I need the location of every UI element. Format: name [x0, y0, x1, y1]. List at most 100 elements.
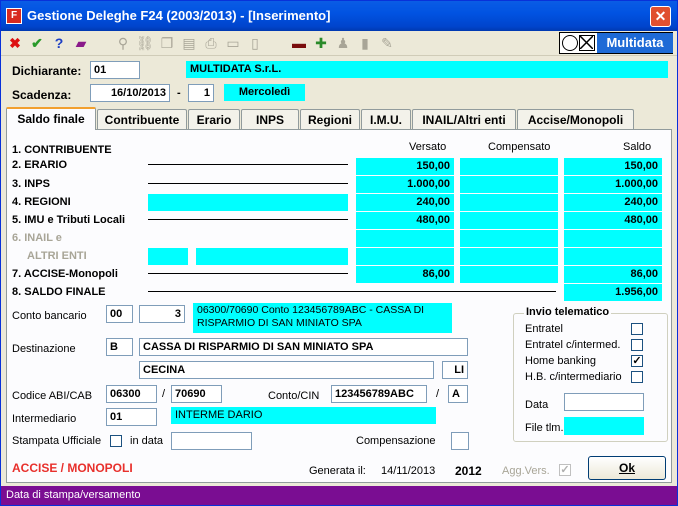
abi-cab-label: Codice ABI/CAB	[12, 390, 93, 402]
scadenza-number-field[interactable]: 1	[188, 84, 214, 102]
saldo-finale-total: 1.956,00	[564, 284, 662, 301]
regioni-compensato	[460, 194, 558, 211]
conto-bancario-label: Conto bancario	[12, 310, 87, 322]
pen-icon[interactable]: ✎	[378, 34, 396, 52]
stampata-ufficiale-checkbox[interactable]	[110, 435, 122, 447]
file-tlm-field	[564, 417, 644, 435]
link-icon[interactable]: ⛓	[136, 34, 154, 52]
tab-erario[interactable]: Erario	[188, 109, 240, 129]
check-icon[interactable]: ✔	[28, 34, 46, 52]
tab-saldo-finale[interactable]: Saldo finale	[6, 107, 96, 130]
tab-imu[interactable]: I.M.U.	[361, 109, 411, 129]
export-icon[interactable]: ▭	[224, 34, 242, 52]
tab-accise-monopoli[interactable]: Accise/Monopoli	[517, 109, 634, 129]
book-icon[interactable]: ▰	[72, 34, 90, 52]
entratel-intermed-checkbox[interactable]	[631, 339, 643, 351]
conto-cin-label: Conto/CIN	[268, 390, 320, 402]
destinazione-province-field[interactable]: LI	[442, 361, 468, 379]
tab-strip: Saldo finale Contribuente Erario INPS Re…	[6, 107, 672, 130]
row-contribuente-label: 1. CONTRIBUENTE	[12, 144, 112, 156]
help-icon[interactable]: ?	[50, 34, 68, 52]
destinazione-city-field[interactable]: CECINA	[139, 361, 434, 379]
inail-saldo	[564, 230, 662, 247]
cab-field[interactable]: 70690	[171, 385, 222, 403]
in-data-field[interactable]	[171, 432, 252, 450]
row-altri-enti-label: ALTRI ENTI	[27, 250, 87, 262]
regioni-versato: 240,00	[356, 194, 454, 211]
row-imu-line	[148, 219, 348, 220]
ok-button[interactable]: Ok	[588, 456, 666, 480]
ok-button-label: Ok	[618, 461, 635, 475]
abi-cab-separator: /	[162, 388, 166, 400]
conto-code-field[interactable]: 00	[106, 305, 133, 323]
user-icon[interactable]: ♟	[334, 34, 352, 52]
paste-icon[interactable]: ▤	[180, 34, 198, 52]
dichiarante-name: MULTIDATA S.r.L.	[186, 61, 668, 78]
home-banking-checkbox[interactable]: ✓	[631, 355, 643, 367]
logo-cross-icon	[579, 35, 595, 51]
print-icon[interactable]: ⎙	[202, 34, 220, 52]
puzzle-icon[interactable]: ✚	[312, 34, 330, 52]
logo-text: Multidata	[597, 33, 673, 53]
erario-saldo: 150,00	[564, 158, 662, 175]
intermediario-code-field[interactable]: 01	[106, 408, 157, 426]
close-icon[interactable]: ✖	[6, 34, 24, 52]
tab-regioni[interactable]: Regioni	[300, 109, 360, 129]
window-title: Gestione Deleghe F24 (2003/2013) - [Inse…	[27, 8, 331, 23]
multidata-logo: Multidata	[559, 32, 673, 54]
inps-versato: 1.000,00	[356, 176, 454, 193]
row-erario-label: 2. ERARIO	[12, 159, 68, 171]
altri-enti-compensato	[460, 248, 558, 265]
section-name: ACCISE / MONOPOLI	[12, 461, 133, 475]
altri-enti-saldo	[564, 248, 662, 265]
f24-icon[interactable]: ▯	[246, 34, 264, 52]
conto-number-field[interactable]: 3	[139, 305, 185, 323]
destinazione-label: Destinazione	[12, 343, 76, 355]
row-accise-line	[148, 273, 348, 274]
logo-circle-icon	[562, 35, 578, 51]
abi-field[interactable]: 06300	[106, 385, 157, 403]
stampata-ufficiale-label: Stampata Ufficiale	[12, 435, 102, 447]
imu-saldo: 480,00	[564, 212, 662, 229]
accise-saldo: 86,00	[564, 266, 662, 283]
destinazione-code-field[interactable]: B	[106, 338, 133, 356]
entratel-checkbox[interactable]	[631, 323, 643, 335]
copy-icon[interactable]: ❐	[158, 34, 176, 52]
conto-description: 06300/70690 Conto 123456789ABC - CASSA D…	[193, 303, 452, 333]
inps-saldo: 1.000,00	[564, 176, 662, 193]
destinazione-name-field[interactable]: CASSA DI RISPARMIO DI SAN MINIATO SPA	[139, 338, 468, 356]
home-banking-label: Home banking	[525, 355, 596, 367]
row-inps-label: 3. INPS	[12, 178, 50, 190]
hb-intermediario-checkbox[interactable]	[631, 371, 643, 383]
conto-field[interactable]: 123456789ABC	[331, 385, 427, 403]
compensazione-field[interactable]	[451, 432, 469, 450]
close-window-button[interactable]: ✕	[650, 6, 671, 27]
row-accise-label: 7. ACCISE-Monopoli	[12, 268, 118, 280]
binoculars-icon[interactable]: ⚲	[114, 34, 132, 52]
entratel-intermed-label: Entratel c/intermed.	[525, 339, 621, 351]
inail-compensato	[460, 230, 558, 247]
save-icon[interactable]: ▮	[356, 34, 374, 52]
app-icon: F	[6, 8, 22, 24]
invio-data-field[interactable]	[564, 393, 644, 411]
imu-versato: 480,00	[356, 212, 454, 229]
year-value: 2012	[455, 464, 482, 478]
dichiarante-code-field[interactable]: 01	[90, 61, 140, 79]
intermediario-name: INTERME DARIO	[171, 407, 436, 424]
row-inps-line	[148, 183, 348, 184]
tab-contribuente[interactable]: Contribuente	[97, 109, 187, 129]
conto-cin-separator: /	[436, 388, 440, 400]
row-saldo-finale-label: 8. SALDO FINALE	[12, 286, 106, 298]
compensazione-label: Compensazione	[356, 435, 436, 447]
row-imu-label: 5. IMU e Tributi Locali	[12, 214, 126, 226]
accise-versato: 86,00	[356, 266, 454, 283]
row-erario-line	[148, 164, 348, 165]
calendar-icon[interactable]: ▬	[290, 34, 308, 52]
generata-date: 14/11/2013	[381, 465, 436, 477]
scadenza-date-field[interactable]: 16/10/2013	[90, 84, 170, 102]
agg-vers-checkbox[interactable]: ✓	[559, 464, 571, 476]
tab-inps[interactable]: INPS	[241, 109, 299, 129]
tab-inail-altri-enti[interactable]: INAIL/Altri enti	[412, 109, 516, 129]
cin-field[interactable]: A	[448, 385, 468, 403]
altri-enti-desc	[196, 248, 348, 265]
